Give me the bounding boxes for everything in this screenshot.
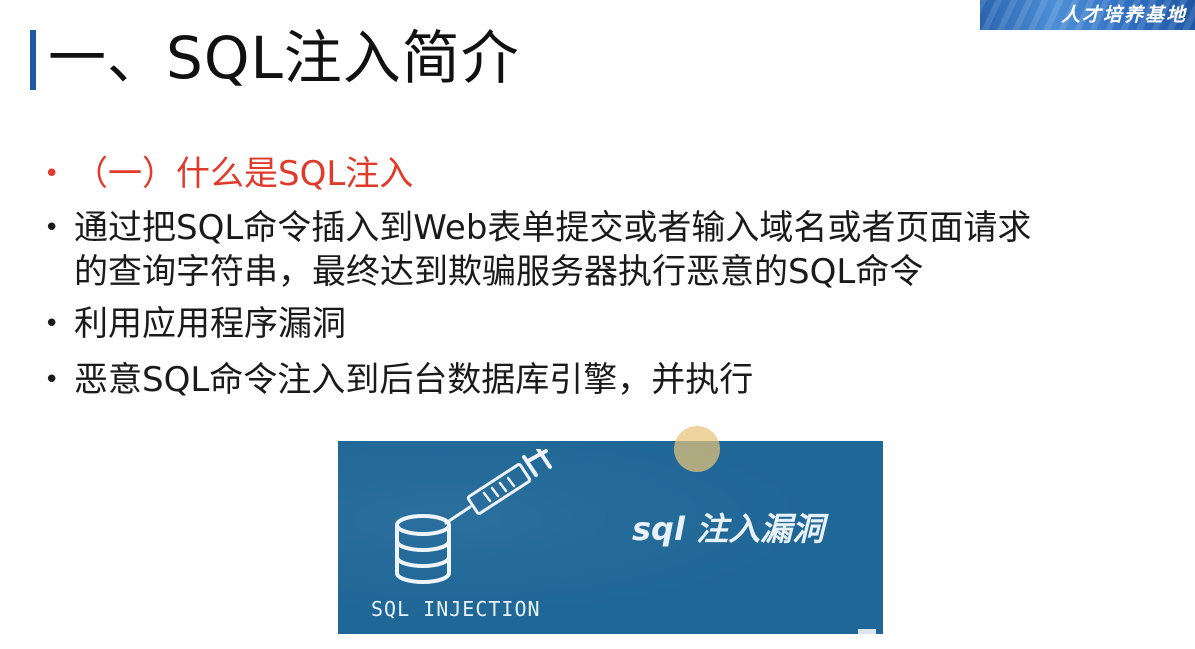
bullet-list: • （一）什么是SQL注入 • 通过把SQL命令插入到Web表单提交或者输入域名… <box>40 152 1160 402</box>
presentation-slide: 人才培养基地 一、SQL注入简介 • （一）什么是SQL注入 • 通过把SQL命… <box>0 0 1195 649</box>
database-icon <box>395 514 451 584</box>
bullet-text: 恶意SQL命令注入到后台数据库引擎，并执行 <box>74 360 754 400</box>
header-banner: 人才培养基地 <box>980 0 1195 30</box>
sql-injection-illustration: sql 注入漏洞 SQL INJECTION <box>338 441 883 634</box>
bullet-item-definition: • 通过把SQL命令插入到Web表单提交或者输入域名或者页面请求 的查询字符串，… <box>40 206 1160 294</box>
bullet-item-vulnerability: • 利用应用程序漏洞 <box>40 302 1160 346</box>
bullet-dot: • <box>44 213 60 243</box>
bullet-text: 利用应用程序漏洞 <box>74 304 346 344</box>
bullet-dot: • <box>44 365 60 395</box>
bullet-item-execution: • 恶意SQL命令注入到后台数据库引擎，并执行 <box>40 358 1160 402</box>
bullet-text-line-2: 的查询字符串，最终达到欺骗服务器执行恶意的SQL命令 <box>74 252 924 292</box>
illustration-title: sql 注入漏洞 <box>632 510 825 548</box>
bullet-text: （一）什么是SQL注入 <box>74 154 414 194</box>
illustration-caption: SQL INJECTION <box>371 597 541 621</box>
pointer-highlight <box>674 426 720 472</box>
slide-title: 一、SQL注入简介 <box>48 24 520 92</box>
banner-text: 人才培养基地 <box>1060 4 1187 26</box>
corner-mark <box>858 629 876 634</box>
bullet-dot: • <box>44 159 60 189</box>
bullet-dot: • <box>44 309 60 339</box>
title-accent-bar <box>30 30 36 90</box>
bullet-text-line-1: 通过把SQL命令插入到Web表单提交或者输入域名或者页面请求 <box>74 208 1032 248</box>
bullet-item-section-heading: • （一）什么是SQL注入 <box>40 152 1160 196</box>
